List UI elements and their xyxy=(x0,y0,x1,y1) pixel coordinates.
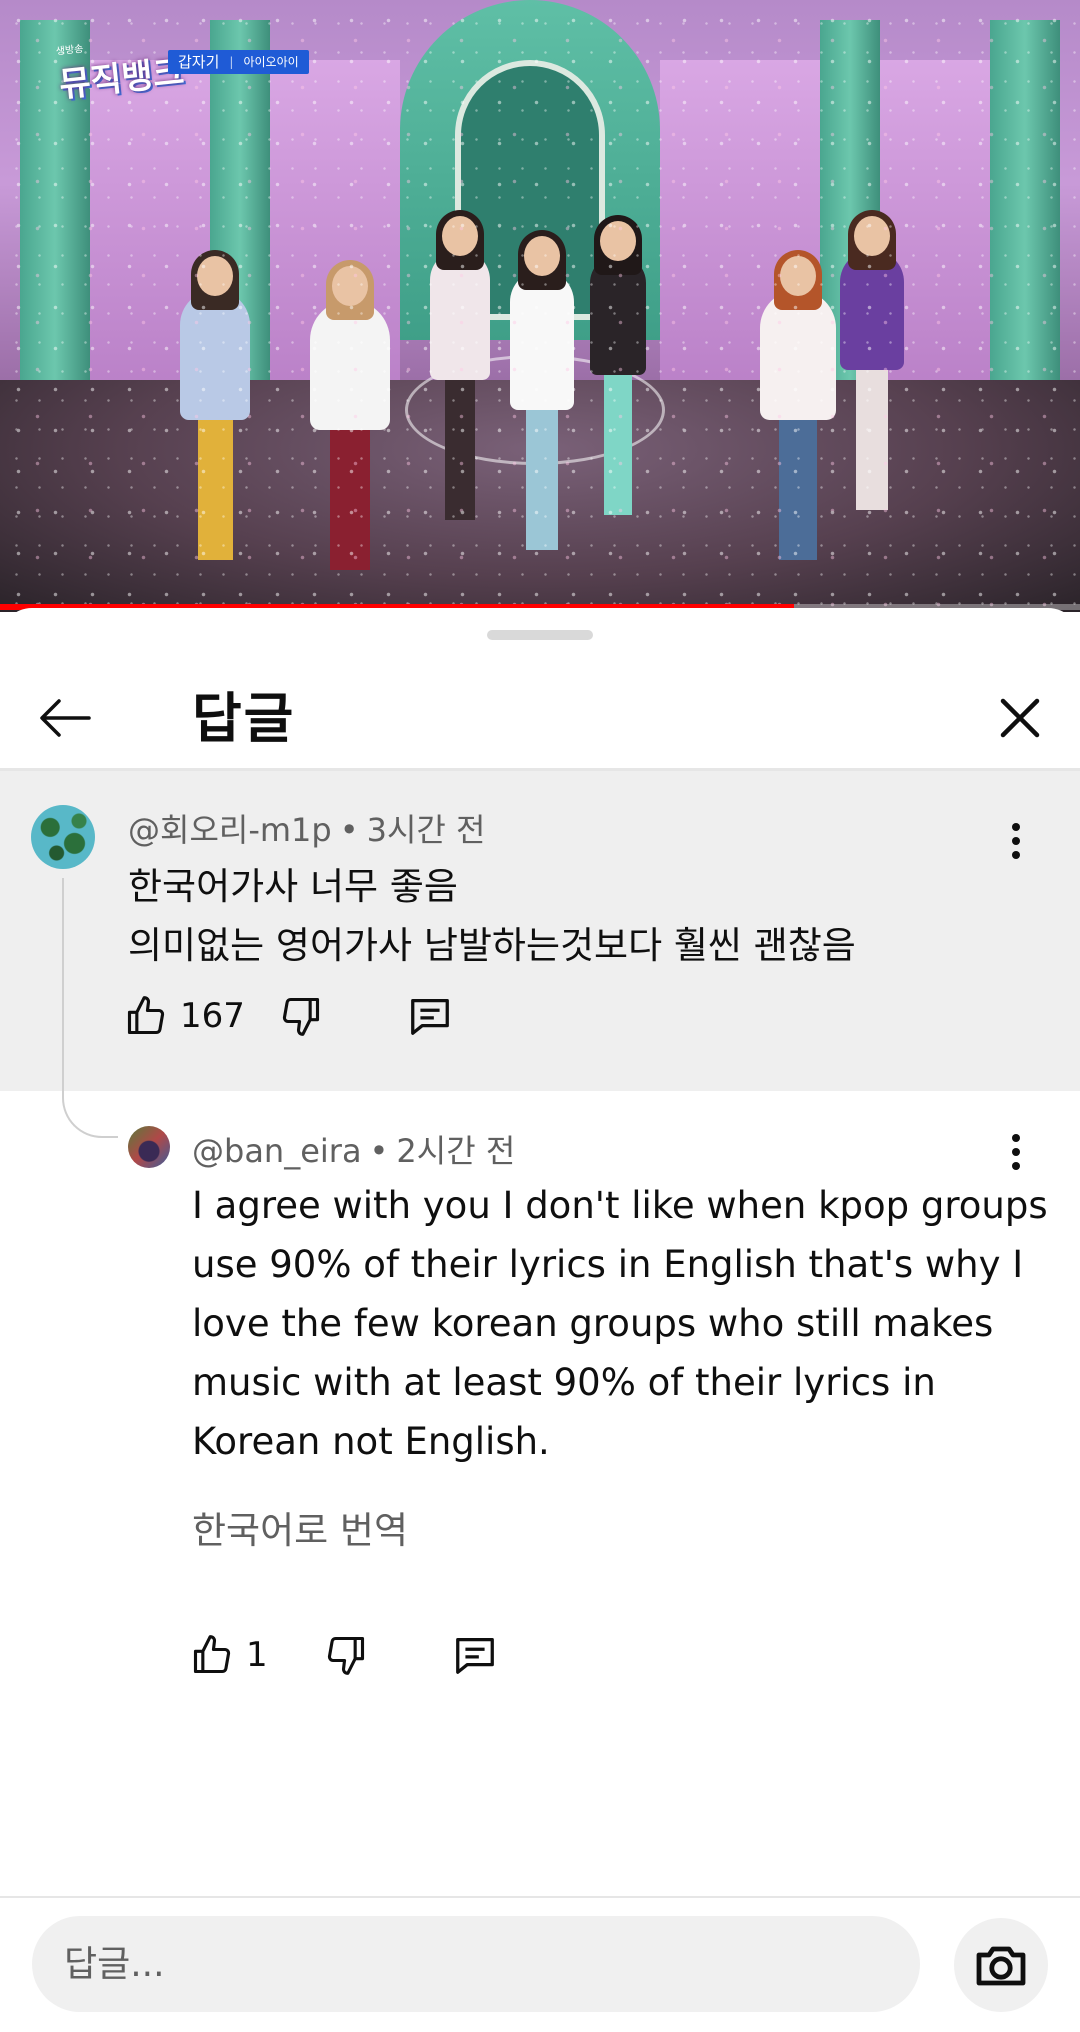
avatar[interactable] xyxy=(128,1126,170,1168)
like-count: 1 xyxy=(246,1635,268,1675)
more-vertical-icon xyxy=(1012,823,1020,859)
composer-divider xyxy=(0,1896,1080,1898)
avatar[interactable] xyxy=(31,805,95,869)
reply-button[interactable] xyxy=(407,993,453,1039)
comment-meta: @회오리-m1p • 3시간 전 xyxy=(128,811,486,849)
reply-text: I agree with you I don't like when kpop … xyxy=(192,1184,1048,1463)
reply-author[interactable]: @ban_eira xyxy=(192,1132,362,1170)
more-button[interactable] xyxy=(996,1122,1036,1182)
thread-connector xyxy=(62,878,118,1138)
performer xyxy=(310,260,390,570)
comment-text: 한국어가사 너무 좋음 의미없는 영어가사 남발하는것보다 훨씬 괜찮음 xyxy=(128,865,856,967)
thumbs-down-icon xyxy=(327,1636,364,1675)
performer xyxy=(510,230,574,550)
translate-link[interactable]: 한국어로 번역 xyxy=(192,1500,408,1554)
performer xyxy=(840,210,904,510)
video-player[interactable]: 생방송 뮤직뱅크 갑자기 | 아이오아이 xyxy=(0,0,1080,612)
parent-comment: @회오리-m1p • 3시간 전 한국어가사 너무 좋음 의미없는 영어가사 남발하… xyxy=(0,771,1080,1091)
sheet-title: 답글 xyxy=(192,687,296,750)
broadcast-logo: 생방송 뮤직뱅크 xyxy=(55,43,187,106)
dislike-button[interactable] xyxy=(324,1633,368,1677)
thumbs-down-icon xyxy=(282,997,319,1036)
performer xyxy=(430,210,490,520)
reply-input[interactable] xyxy=(32,1916,920,2012)
comment-author[interactable]: @회오리-m1p xyxy=(128,811,332,849)
stage-column xyxy=(990,20,1060,440)
close-icon xyxy=(1000,698,1040,738)
sheet-drag-handle[interactable] xyxy=(487,630,593,640)
reply-button[interactable] xyxy=(452,1632,498,1678)
performer xyxy=(760,250,836,560)
reply-time: 2시간 전 xyxy=(396,1132,516,1170)
reply-meta: @ban_eira • 2시간 전 xyxy=(192,1132,516,1170)
comment-icon xyxy=(411,999,449,1035)
thumbs-up-icon xyxy=(127,996,165,1035)
artist-name: 아이오아이 xyxy=(243,55,299,69)
more-vertical-icon xyxy=(1012,1134,1020,1170)
thumbs-up-icon xyxy=(193,1635,231,1674)
camera-icon xyxy=(976,1946,1026,1986)
song-caption: 갑자기 | 아이오아이 xyxy=(168,50,309,74)
like-button[interactable]: 167 xyxy=(124,994,245,1038)
replies-sheet: 답글 @회오리-m1p • 3시간 전 한국어가사 너무 좋음 의미없는 영어가사 … xyxy=(0,608,1080,2032)
comment-actions: 167 xyxy=(124,993,453,1039)
close-button[interactable] xyxy=(990,688,1050,748)
dislike-button[interactable] xyxy=(279,994,323,1038)
performer xyxy=(180,250,250,560)
camera-button[interactable] xyxy=(954,1918,1048,2012)
reply-actions: 1 xyxy=(190,1632,498,1678)
arrow-left-icon xyxy=(40,699,91,737)
performer xyxy=(590,215,646,515)
back-button[interactable] xyxy=(30,688,100,748)
comment-time: 3시간 전 xyxy=(366,811,486,849)
more-button[interactable] xyxy=(996,811,1036,871)
like-count: 167 xyxy=(180,996,245,1036)
song-title: 갑자기 xyxy=(178,53,220,71)
sheet-header: 답글 xyxy=(0,658,1080,770)
comment-icon xyxy=(455,1638,494,1674)
like-button[interactable]: 1 xyxy=(190,1633,268,1677)
